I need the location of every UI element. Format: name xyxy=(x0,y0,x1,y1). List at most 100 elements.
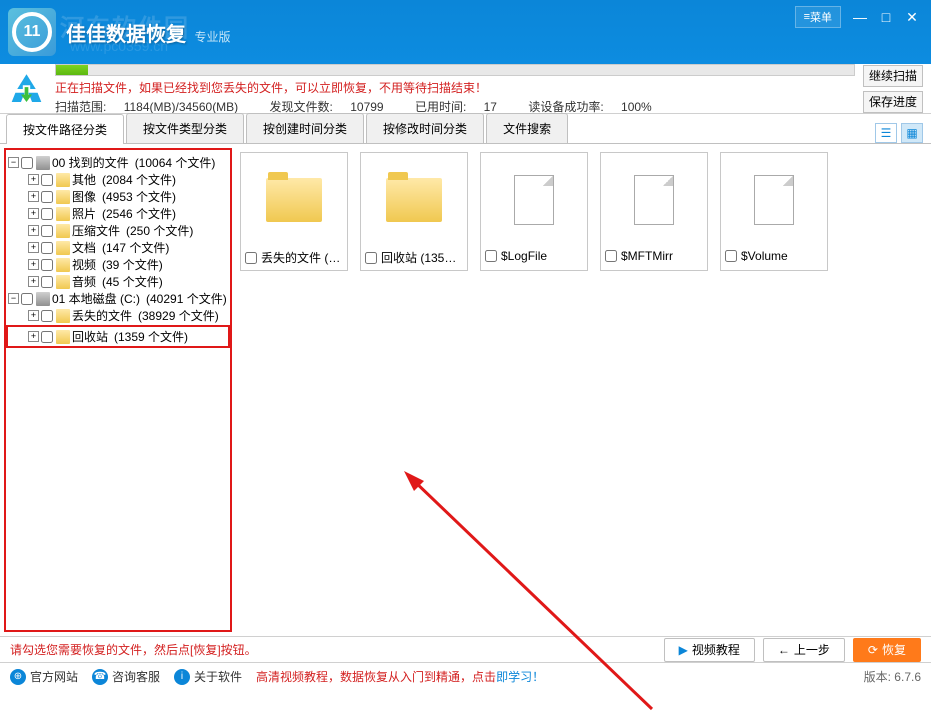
tab-type[interactable]: 按文件类型分类 xyxy=(126,113,244,143)
tree-node-lost[interactable]: +丢失的文件(38929 个文件) xyxy=(8,307,228,324)
tab-path[interactable]: 按文件路径分类 xyxy=(6,114,124,144)
thumb-recycle-bin[interactable]: 回收站 (1359 个... xyxy=(360,152,468,271)
rate-value: 100% xyxy=(621,100,652,114)
view-list-button[interactable]: ☰ xyxy=(875,123,897,143)
video-icon: ▶ xyxy=(679,643,688,657)
tree-node-root1[interactable]: − 00 找到的文件 (10064 个文件) xyxy=(8,154,228,171)
tree-checkbox[interactable] xyxy=(41,225,53,237)
tree-checkbox[interactable] xyxy=(41,310,53,322)
rate-label: 读设备成功率: xyxy=(528,100,603,114)
tabs-row: 按文件路径分类 按文件类型分类 按创建时间分类 按修改时间分类 文件搜索 ☰ ▦ xyxy=(0,114,931,144)
promo-pre: 高清视频教程，数据恢复从入门到精通，点击 xyxy=(256,670,496,684)
expand-icon[interactable]: + xyxy=(28,208,39,219)
thumb-mftmirr[interactable]: $MFTMirr xyxy=(600,152,708,271)
tab-search[interactable]: 文件搜索 xyxy=(486,113,568,143)
tree-node-photo[interactable]: + 照片 (2546 个文件) xyxy=(8,205,228,222)
expand-icon[interactable]: + xyxy=(28,276,39,287)
tree-node-video[interactable]: +视频(39 个文件) xyxy=(8,256,228,273)
tree-label: 压缩文件 xyxy=(72,222,120,239)
thumb-checkbox[interactable] xyxy=(725,250,737,262)
thumb-preview xyxy=(245,157,343,243)
tree-node-archive[interactable]: + 压缩文件 (250 个文件) xyxy=(8,222,228,239)
expand-icon[interactable]: + xyxy=(28,225,39,236)
expand-icon[interactable]: + xyxy=(28,331,39,342)
tree-checkbox[interactable] xyxy=(41,259,53,271)
expand-icon[interactable]: − xyxy=(8,293,19,304)
tree-count: (38929 个文件) xyxy=(138,307,219,324)
found-value: 10799 xyxy=(350,100,383,114)
expand-icon[interactable]: + xyxy=(28,259,39,270)
thumb-preview xyxy=(605,157,703,243)
video-tutorial-button[interactable]: ▶视频教程 xyxy=(664,638,755,662)
tree-count: (250 个文件) xyxy=(126,222,193,239)
status-stats: 扫描范围: 1184(MB)/34560(MB) 发现文件数: 10799 已用… xyxy=(55,98,855,115)
minimize-button[interactable]: — xyxy=(847,6,873,28)
close-button[interactable]: ✕ xyxy=(899,6,925,28)
folder-icon xyxy=(56,330,70,344)
expand-icon[interactable]: + xyxy=(28,242,39,253)
tree-checkbox[interactable] xyxy=(41,276,53,288)
main-area: − 00 找到的文件 (10064 个文件) +其他(2084 个文件) + 图像… xyxy=(0,144,931,636)
tree-checkbox[interactable] xyxy=(41,174,53,186)
expand-icon[interactable]: + xyxy=(28,191,39,202)
tree-checkbox[interactable] xyxy=(41,242,53,254)
window-controls: ≡ 菜单 — □ ✕ xyxy=(795,6,925,28)
thumb-preview xyxy=(485,157,583,243)
tree-node-document[interactable]: +文档(147 个文件) xyxy=(8,239,228,256)
thumb-volume[interactable]: $Volume xyxy=(720,152,828,271)
tree-checkbox[interactable] xyxy=(21,293,33,305)
file-icon xyxy=(514,175,554,225)
tree-label: 01 本地磁盘 (C:) xyxy=(52,290,140,307)
tree-panel: − 00 找到的文件 (10064 个文件) +其他(2084 个文件) + 图像… xyxy=(4,148,232,632)
tree-count: (10064 个文件) xyxy=(135,154,216,171)
tree-checkbox[interactable] xyxy=(21,157,33,169)
thumb-checkbox[interactable] xyxy=(245,252,257,264)
thumb-checkbox[interactable] xyxy=(605,250,617,262)
tree-label: 00 找到的文件 xyxy=(52,154,129,171)
view-toggles: ☰ ▦ xyxy=(875,123,931,143)
tree-node-recycle[interactable]: +回收站(1359 个文件) xyxy=(8,328,228,345)
file-icon xyxy=(754,175,794,225)
app-title-block: 佳佳数据恢复 专业版 xyxy=(66,18,230,47)
thumb-label: 回收站 (1359 个... xyxy=(381,249,463,266)
tree-label: 照片 xyxy=(72,205,96,222)
tree-checkbox[interactable] xyxy=(41,191,53,203)
thumb-lost-files[interactable]: 丢失的文件 (38... xyxy=(240,152,348,271)
tree-count: (39 个文件) xyxy=(102,256,163,273)
found-label: 发现文件数: xyxy=(270,100,333,114)
status-info: 正在扫描文件，如果已经找到您丢失的文件，可以立即恢复，不用等待扫描结束！ 扫描范… xyxy=(55,63,855,115)
expand-icon[interactable]: + xyxy=(28,310,39,321)
tree-node-root2[interactable]: −01 本地磁盘 (C:)(40291 个文件) xyxy=(8,290,228,307)
menu-button[interactable]: ≡ 菜单 xyxy=(795,6,841,28)
file-icon xyxy=(634,175,674,225)
tree-node-other[interactable]: +其他(2084 个文件) xyxy=(8,171,228,188)
tree-node-audio[interactable]: +音频(45 个文件) xyxy=(8,273,228,290)
tree-checkbox[interactable] xyxy=(41,208,53,220)
promo-link[interactable]: 即学习！ xyxy=(496,670,544,684)
continue-scan-button[interactable]: 继续扫描 xyxy=(863,65,923,87)
tab-created[interactable]: 按创建时间分类 xyxy=(246,113,364,143)
disk-icon xyxy=(36,292,50,306)
footer-hint-text: 请勾选您需要恢复的文件，然后点[恢复]按钮。 xyxy=(10,641,257,658)
folder-icon xyxy=(266,178,322,222)
recover-button[interactable]: ⟳恢复 xyxy=(853,638,921,662)
save-progress-button[interactable]: 保存进度 xyxy=(863,91,923,113)
app-logo-icon xyxy=(8,8,56,56)
thumb-logfile[interactable]: $LogFile xyxy=(480,152,588,271)
thumb-label: $LogFile xyxy=(501,249,583,263)
tree-checkbox[interactable] xyxy=(41,331,53,343)
maximize-button[interactable]: □ xyxy=(873,6,899,28)
tab-modified[interactable]: 按修改时间分类 xyxy=(366,113,484,143)
tree-node-image[interactable]: +图像(4953 个文件) xyxy=(8,188,228,205)
folder-icon xyxy=(56,309,70,323)
thumb-checkbox[interactable] xyxy=(485,250,497,262)
tree-label: 文档 xyxy=(72,239,96,256)
view-grid-button[interactable]: ▦ xyxy=(901,123,923,143)
expand-icon[interactable]: + xyxy=(28,174,39,185)
folder-icon xyxy=(386,178,442,222)
tree-label: 图像 xyxy=(72,188,96,205)
expand-icon[interactable]: − xyxy=(8,157,19,168)
thumb-checkbox[interactable] xyxy=(365,252,377,264)
prev-step-button[interactable]: ←上一步 xyxy=(763,638,845,662)
tree-count: (2546 个文件) xyxy=(102,205,176,222)
